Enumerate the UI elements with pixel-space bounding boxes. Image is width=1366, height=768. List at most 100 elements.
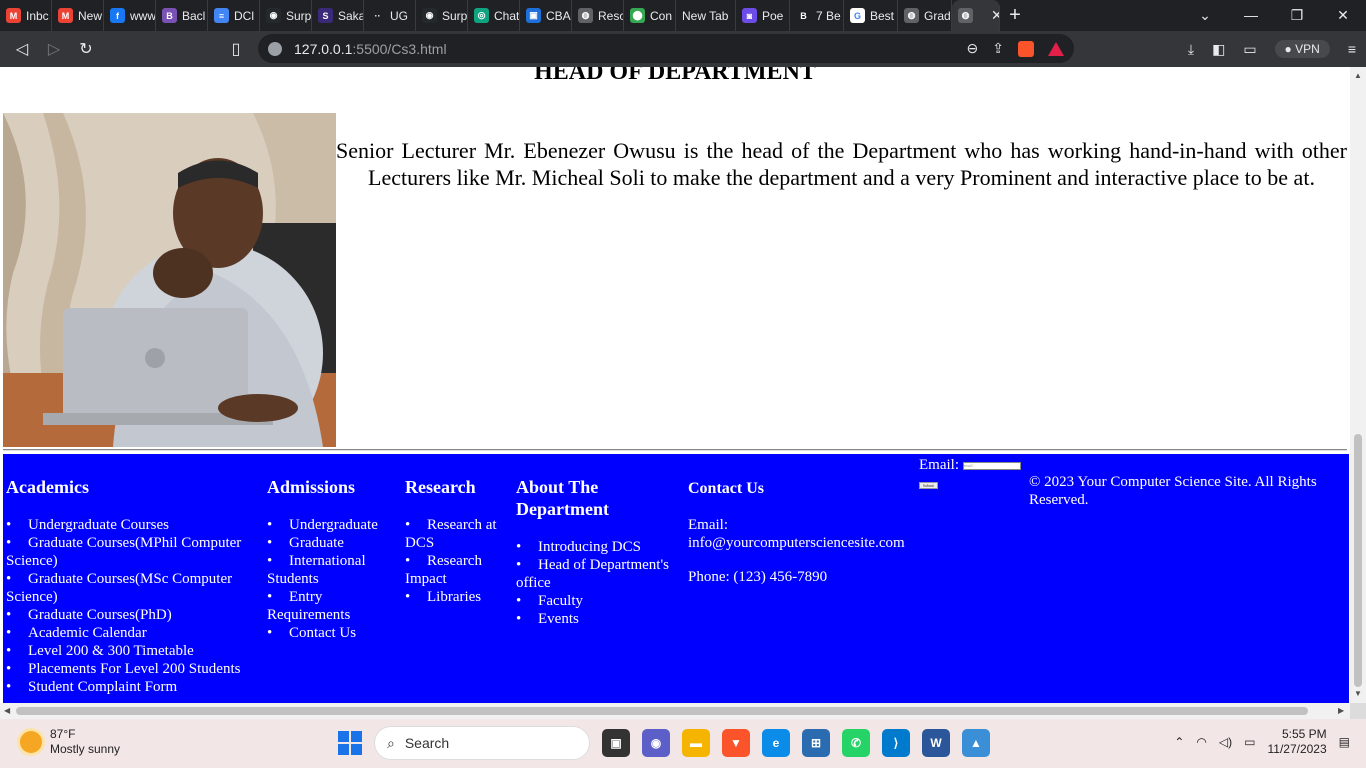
browser-tab[interactable]: ◍ Grad bbox=[898, 0, 952, 31]
browser-tab[interactable]: f www bbox=[104, 0, 156, 31]
footer-link[interactable]: Faculty bbox=[516, 592, 686, 610]
brave-rewards-icon[interactable] bbox=[1048, 41, 1064, 56]
footer-link[interactable]: Research Impact bbox=[405, 552, 511, 588]
browser-tab[interactable]: ⬤ Con bbox=[624, 0, 676, 31]
address-bar[interactable]: 127.0.0.1:5500/Cs3.html ⊖ ⇪ bbox=[258, 34, 1074, 63]
browser-tab[interactable]: ◍✕ bbox=[952, 0, 1000, 31]
browser-tab[interactable]: ▣ CBA bbox=[520, 0, 572, 31]
footer-link[interactable]: Events bbox=[516, 610, 686, 628]
zoom-icon[interactable]: ⊖ bbox=[967, 40, 979, 57]
system-tray: ⌃ ◠ ◁) ▭ 5:55 PM 11/27/2023 ▤ bbox=[1174, 727, 1350, 757]
scroll-left-arrow-icon[interactable]: ◀ bbox=[4, 706, 10, 715]
browser-tab-label: Con bbox=[650, 8, 673, 23]
browser-tab[interactable]: ·· UG bbox=[364, 0, 416, 31]
wifi-icon[interactable]: ◠ bbox=[1196, 735, 1206, 749]
ug-icon: ·· bbox=[370, 8, 385, 23]
back-button[interactable]: ◁ bbox=[6, 39, 38, 59]
clock[interactable]: 5:55 PM 11/27/2023 bbox=[1267, 727, 1326, 757]
browser-tab[interactable]: G Best bbox=[844, 0, 898, 31]
taskbar-search[interactable]: ⌕ Search bbox=[374, 726, 590, 760]
browser-tab-label: CBA bbox=[546, 8, 571, 23]
new-tab-button[interactable]: + bbox=[1000, 4, 1030, 27]
task-view-icon[interactable]: ▣ bbox=[602, 729, 630, 757]
browser-tab[interactable]: New Tab bbox=[676, 0, 736, 31]
notification-icon[interactable]: ▤ bbox=[1339, 735, 1350, 749]
url-host: 127.0.0.1 bbox=[294, 40, 353, 57]
word-icon[interactable]: W bbox=[922, 729, 950, 757]
newsletter-submit-button[interactable]: Submit bbox=[919, 482, 938, 489]
brave-browser-icon[interactable]: ▼ bbox=[722, 729, 750, 757]
footer-link[interactable]: Introducing DCS bbox=[516, 538, 686, 556]
footer-link[interactable]: Entry Requirements bbox=[267, 588, 397, 624]
horizontal-scrollbar[interactable]: ◀ ▶ bbox=[0, 703, 1350, 719]
vpn-button[interactable]: ● VPN bbox=[1274, 40, 1330, 58]
bookmark-icon[interactable]: ▯ bbox=[220, 39, 252, 59]
footer-link[interactable]: International Students bbox=[267, 552, 397, 588]
browser-tab[interactable]: ≡ DCl bbox=[208, 0, 260, 31]
footer-link[interactable]: Undergraduate Courses bbox=[6, 516, 264, 534]
footer-link[interactable]: Graduate Courses(MPhil Computer Science) bbox=[6, 534, 264, 570]
close-tab-icon[interactable]: ✕ bbox=[991, 7, 999, 24]
share-icon[interactable]: ⇪ bbox=[992, 40, 1004, 57]
browser-tab[interactable]: ◉ Surp bbox=[260, 0, 312, 31]
browser-tab[interactable]: M Inbc bbox=[0, 0, 52, 31]
start-button[interactable] bbox=[338, 731, 362, 755]
volume-icon[interactable]: ◁) bbox=[1219, 735, 1232, 749]
vscode-icon[interactable]: ⟩ bbox=[882, 729, 910, 757]
whatsapp-icon[interactable]: ✆ bbox=[842, 729, 870, 757]
download-icon[interactable]: ⤓ bbox=[1188, 41, 1194, 58]
scroll-up-arrow-icon[interactable]: ▲ bbox=[1354, 71, 1362, 80]
horizontal-scroll-thumb[interactable] bbox=[16, 707, 1308, 715]
maximize-button[interactable]: ❐ bbox=[1274, 7, 1320, 24]
close-window-button[interactable]: ✕ bbox=[1320, 7, 1366, 24]
teams-icon[interactable]: ◉ bbox=[642, 729, 670, 757]
browser-tab[interactable]: M New bbox=[52, 0, 104, 31]
file-explorer-icon[interactable]: ▬ bbox=[682, 729, 710, 757]
footer-link[interactable]: Level 200 & 300 Timetable bbox=[6, 642, 264, 660]
footer-link[interactable]: Head of Department's office bbox=[516, 556, 686, 592]
browser-tab[interactable]: S Saka bbox=[312, 0, 364, 31]
site-info-icon[interactable] bbox=[268, 41, 282, 56]
footer-link[interactable]: Contact Us bbox=[267, 624, 397, 642]
browser-tab[interactable]: ◎ Chat bbox=[468, 0, 520, 31]
globe-icon: ◍ bbox=[958, 8, 973, 23]
wallet-icon[interactable]: ▭ bbox=[1243, 41, 1256, 58]
footer-link[interactable]: Placements For Level 200 Students bbox=[6, 660, 264, 678]
footer-link[interactable]: Academic Calendar bbox=[6, 624, 264, 642]
footer-link[interactable]: Graduate bbox=[267, 534, 397, 552]
menu-icon[interactable]: ≡ bbox=[1348, 41, 1356, 57]
brave-shields-icon[interactable] bbox=[1018, 40, 1034, 57]
newsletter-email-input[interactable]: email bbox=[962, 461, 1021, 470]
browser-tab[interactable]: B Bacl bbox=[156, 0, 208, 31]
tab-search-icon[interactable]: ⌄ bbox=[1182, 7, 1228, 24]
store-icon[interactable]: ⊞ bbox=[802, 729, 830, 757]
browser-tab[interactable]: ◙ Poe bbox=[736, 0, 790, 31]
footer-link[interactable]: Research at DCS bbox=[405, 516, 511, 552]
battery-icon[interactable]: ▭ bbox=[1244, 735, 1255, 749]
footer-about: About The Department Introducing DCSHead… bbox=[516, 476, 686, 628]
vertical-scroll-thumb[interactable] bbox=[1354, 434, 1362, 687]
browser-tab[interactable]: ◉ Surp bbox=[416, 0, 468, 31]
browser-tab-label: Chat bbox=[494, 8, 520, 23]
forward-button[interactable]: ▷ bbox=[38, 39, 70, 59]
minimize-button[interactable]: — bbox=[1228, 7, 1274, 24]
edge-icon[interactable]: e bbox=[762, 729, 790, 757]
footer-link[interactable]: Undergraduate bbox=[267, 516, 397, 534]
scroll-right-arrow-icon[interactable]: ▶ bbox=[1338, 706, 1344, 715]
footer-link[interactable]: Libraries bbox=[405, 588, 511, 606]
vertical-scrollbar[interactable]: ▲ ▼ bbox=[1350, 67, 1366, 703]
photos-icon[interactable]: ▲ bbox=[962, 729, 990, 757]
footer-link[interactable]: Student Complaint Form bbox=[6, 678, 264, 696]
search-placeholder: Search bbox=[404, 735, 450, 751]
browser-tab[interactable]: ◍ Resc bbox=[572, 0, 624, 31]
footer-link[interactable]: Graduate Courses(PhD) bbox=[6, 606, 264, 624]
browser-tab[interactable]: B 7 Be bbox=[790, 0, 844, 31]
footer-link[interactable]: Graduate Courses(MSc Computer Science) bbox=[6, 570, 264, 606]
browser-tab-label: www bbox=[130, 8, 156, 23]
sidebar-icon[interactable]: ◧ bbox=[1212, 41, 1225, 58]
chevron-up-icon[interactable]: ⌃ bbox=[1174, 735, 1184, 749]
weather-widget[interactable]: 87°F Mostly sunny bbox=[20, 727, 120, 757]
reload-button[interactable]: ↻ bbox=[70, 39, 102, 59]
footer-contact-title: Contact Us bbox=[688, 480, 764, 497]
scroll-down-arrow-icon[interactable]: ▼ bbox=[1354, 689, 1362, 698]
